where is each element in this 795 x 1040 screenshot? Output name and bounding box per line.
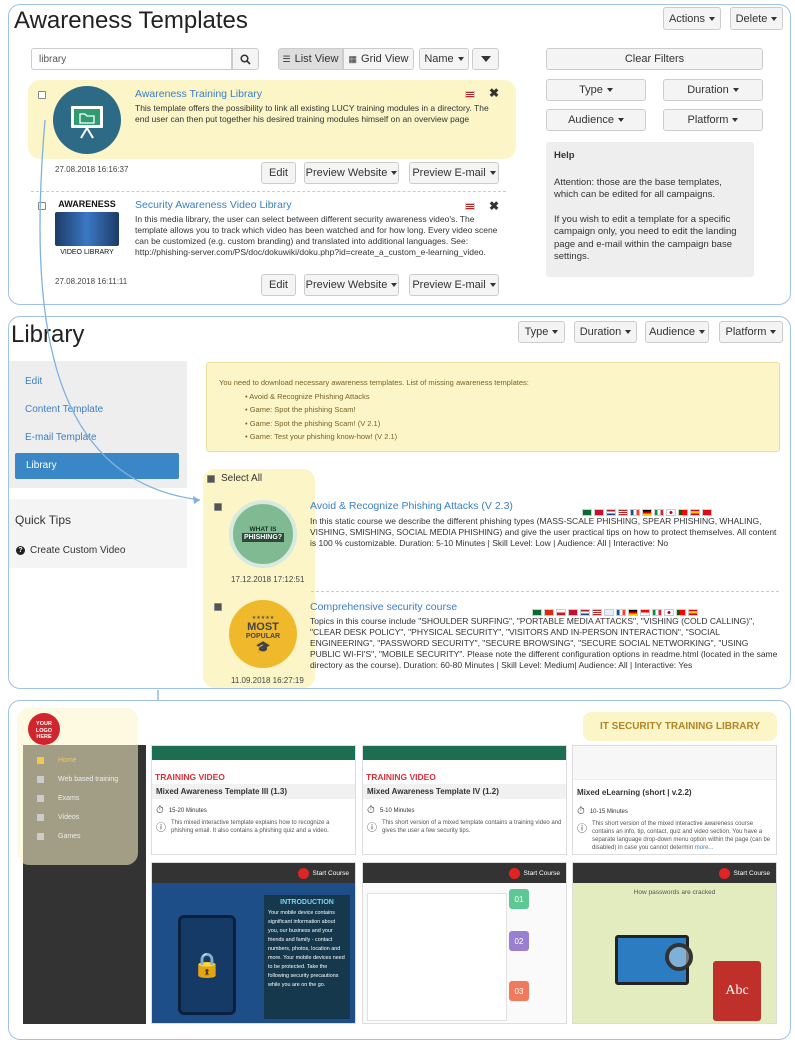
play-icon xyxy=(718,867,730,879)
more-link[interactable]: more... xyxy=(695,845,714,851)
dictionary-book: Abc xyxy=(713,961,761,1021)
menu-exams[interactable]: Exams xyxy=(58,795,79,802)
card-title: Mixed Awareness Template IV (1.2) xyxy=(363,784,566,799)
card-tag: TRAINING VIDEO xyxy=(155,772,225,782)
course-card[interactable]: Mixed eLearning (short | v.2.2) ⏱ 10-15 M… xyxy=(572,745,777,855)
your-logo-here: YOUR LOGO HERE xyxy=(28,713,60,745)
home-icon xyxy=(37,757,44,764)
step-02: 02 xyxy=(509,931,529,951)
stopwatch-icon: ⏱ xyxy=(367,805,375,816)
course-preview-card[interactable]: Start Course How passwords are cracked A… xyxy=(572,862,777,1024)
card-desc: ⓘ This short version of the mixed interac… xyxy=(577,821,771,851)
monitor-icon xyxy=(37,776,44,783)
card-title: Mixed Awareness Template III (1.3) xyxy=(152,784,355,799)
pw-title: How passwords are cracked xyxy=(633,889,716,896)
info-icon: ⓘ xyxy=(577,824,587,835)
info-icon: ⓘ xyxy=(367,823,377,834)
card-duration: ⏱ 15-20 Minutes xyxy=(156,805,207,816)
course-preview-card[interactable]: Start Course 01 02 03 xyxy=(362,862,567,1024)
menu-games[interactable]: Games xyxy=(58,833,81,840)
hourglass-icon xyxy=(37,795,44,802)
phone-graphic: 🔒 xyxy=(178,915,236,1015)
card-top-bar: Start Course xyxy=(573,863,776,883)
menu-web-based-training[interactable]: Web based training xyxy=(58,776,118,783)
card-desc: ⓘ This mixed interactive template explain… xyxy=(156,820,330,834)
step-03: 03 xyxy=(509,981,529,1001)
card-tag: TRAINING VIDEO xyxy=(366,772,436,782)
intro-text: Your mobile device contains significant … xyxy=(268,910,345,988)
portal-banner: IT SECURITY TRAINING LIBRARY xyxy=(583,712,777,741)
magnifier-icon xyxy=(665,943,693,971)
card-title: Mixed eLearning (short | v.2.2) xyxy=(577,788,692,797)
film-icon xyxy=(37,814,44,821)
play-icon xyxy=(297,867,309,879)
card-header-image xyxy=(363,746,566,760)
card-top-bar: Start Course xyxy=(152,863,355,883)
course-preview-card[interactable]: Start Course 🔒 INTRODUCTION Your mobile … xyxy=(151,862,356,1024)
info-icon: ⓘ xyxy=(156,823,166,834)
card-duration: ⏱ 10-15 Minutes xyxy=(577,806,628,817)
stopwatch-icon: ⏱ xyxy=(156,805,164,816)
card-header-image xyxy=(573,746,776,780)
card-top-bar: Start Course xyxy=(363,863,566,883)
intro-title: INTRODUCTION xyxy=(280,899,334,906)
course-card[interactable]: TRAINING VIDEO Mixed Awareness Template … xyxy=(151,745,356,855)
card-duration: ⏱ 5-10 Minutes xyxy=(367,805,415,816)
star-icon xyxy=(37,833,44,840)
stopwatch-icon: ⏱ xyxy=(577,806,585,817)
menu-home[interactable]: Home xyxy=(58,757,77,764)
menu-videos[interactable]: Videos xyxy=(58,814,79,821)
play-icon xyxy=(508,867,520,879)
portal-menu: Home Web based training Exams Videos Gam… xyxy=(23,745,146,1024)
course-card[interactable]: TRAINING VIDEO Mixed Awareness Template … xyxy=(362,745,567,855)
email-mock xyxy=(367,893,507,1021)
intro-box: INTRODUCTION Your mobile device contains… xyxy=(264,895,350,1019)
card-header-image xyxy=(152,746,355,760)
card-desc: ⓘ This short version of a mixed template … xyxy=(367,820,562,834)
step-01: 01 xyxy=(509,889,529,909)
